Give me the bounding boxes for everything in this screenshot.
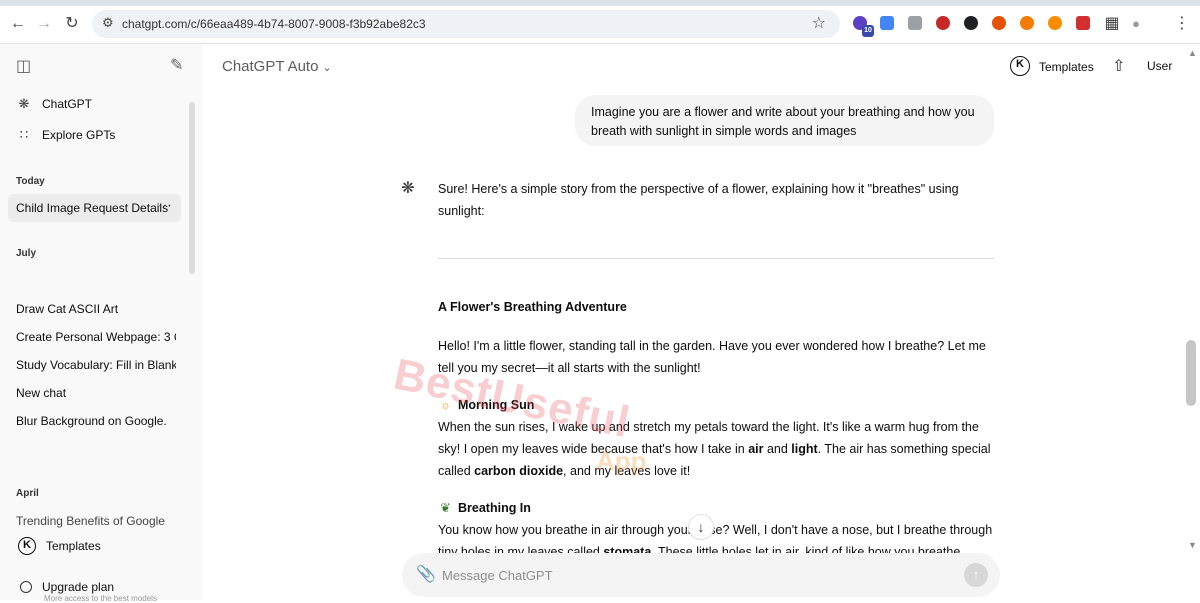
- section-heading-april: April: [16, 488, 39, 499]
- translate-extension-icon[interactable]: [880, 16, 894, 30]
- templates-label: Templates: [46, 539, 101, 553]
- sidebar-item-chatgpt[interactable]: ❋ ChatGPT: [16, 94, 92, 114]
- heading-text: Breathing In: [458, 501, 531, 515]
- templates-k-icon: K: [18, 537, 36, 555]
- browser-menu-icon[interactable]: ⋮: [1172, 14, 1192, 34]
- back-icon[interactable]: ←: [8, 14, 28, 34]
- bold-term: light: [791, 442, 818, 456]
- story-paragraph: Hello! I'm a little flower, standing tal…: [438, 339, 986, 375]
- sidebar-item-label: Explore GPTs: [42, 128, 116, 142]
- reload-icon[interactable]: ↻: [62, 14, 82, 34]
- extension-badge: 10: [862, 25, 874, 37]
- sidebar-chat-item[interactable]: Blur Background on Google.: [16, 414, 176, 428]
- new-chat-icon[interactable]: ✎: [170, 55, 183, 75]
- extensions-puzzle-icon[interactable]: ▦: [1102, 14, 1122, 34]
- chevron-down-icon: ⌄: [322, 62, 332, 74]
- section-heading: ❦ Breathing In: [438, 497, 994, 519]
- watermark: App: [596, 446, 647, 476]
- section-breathing-in: ❦ Breathing In You know how you breathe i…: [438, 497, 994, 553]
- sidebar-chat-active[interactable]: Child Image Request Details ⋯: [8, 194, 181, 222]
- chat-options-icon[interactable]: ⋯: [158, 197, 173, 214]
- templates-k-icon[interactable]: K: [1010, 56, 1030, 76]
- address-bar[interactable]: ⚙ chatgpt.com/c/66eaa489-4b74-8007-9008-…: [92, 10, 840, 38]
- upgrade-label: Upgrade plan: [42, 580, 115, 594]
- tab-strip: [0, 0, 1200, 6]
- sidebar-chat-item[interactable]: New chat: [16, 386, 176, 400]
- bold-term: stomata: [603, 545, 652, 553]
- bold-term: carbon dioxide: [474, 464, 564, 478]
- message-input[interactable]: [442, 565, 942, 585]
- sidebar-chat-item[interactable]: Trending Benefits of Google: [16, 514, 176, 528]
- sidebar-toggle-icon[interactable]: ◫: [16, 56, 31, 76]
- sidebar-chat-item[interactable]: Create Personal Webpage: 3 Qu: [16, 330, 176, 344]
- divider: [438, 258, 994, 259]
- extension-icon[interactable]: [964, 16, 978, 30]
- share-icon[interactable]: ⇧: [1112, 56, 1125, 76]
- upgrade-icon: [20, 581, 32, 593]
- bold-term: air: [748, 442, 764, 456]
- text-run: . These little holes let in air, kind of…: [651, 545, 961, 553]
- profile-icon[interactable]: ●: [1126, 14, 1146, 34]
- model-selector[interactable]: ChatGPT Auto ⌄: [222, 58, 332, 75]
- upgrade-subtitle: More access to the best models: [44, 594, 157, 603]
- user-menu[interactable]: User: [1147, 59, 1172, 73]
- sidebar-item-label: ChatGPT: [42, 97, 93, 111]
- leaf-icon: ❦: [440, 501, 451, 515]
- extension-icon[interactable]: [936, 16, 950, 30]
- scroll-up-arrow-icon[interactable]: ▲: [1188, 48, 1197, 58]
- sidebar: ◫ ✎ ❋ ChatGPT ∷ Explore GPTs Today Child…: [0, 44, 202, 603]
- chat-title: Child Image Request Details: [16, 201, 169, 215]
- bookmark-star-icon[interactable]: ☆: [812, 13, 826, 33]
- main-scrollbar[interactable]: [1186, 340, 1196, 406]
- message-composer: 📎 ↑: [402, 553, 1000, 597]
- grid-icon: ∷: [19, 127, 29, 142]
- story-title: A Flower's Breathing Adventure: [438, 300, 627, 314]
- extension-icon[interactable]: [1076, 16, 1090, 30]
- sidebar-scrollbar[interactable]: [189, 102, 195, 274]
- extension-icon[interactable]: [1020, 16, 1034, 30]
- browser-toolbar: ← → ↻ ⚙ chatgpt.com/c/66eaa489-4b74-8007…: [0, 0, 1200, 44]
- sidebar-chat-item[interactable]: Draw Cat ASCII Art: [16, 302, 176, 316]
- chatgpt-logo-icon: ❋: [401, 180, 415, 197]
- section-heading-july: July: [16, 248, 37, 259]
- attach-icon[interactable]: 📎: [416, 564, 436, 584]
- sidebar-item-explore-gpts[interactable]: ∷ Explore GPTs: [16, 125, 116, 145]
- section-heading-today: Today: [16, 176, 45, 187]
- user-message: Imagine you are a flower and write about…: [575, 95, 994, 146]
- camera-extension-icon[interactable]: [908, 16, 922, 30]
- site-settings-icon[interactable]: ⚙: [102, 15, 114, 31]
- send-button[interactable]: ↑: [964, 563, 988, 587]
- section-body: You know how you breathe in air through …: [438, 519, 994, 553]
- url-text[interactable]: chatgpt.com/c/66eaa489-4b74-8007-9008-f3…: [122, 17, 426, 31]
- extension-icon[interactable]: [992, 16, 1006, 30]
- sidebar-chat-item[interactable]: Study Vocabulary: Fill in Blanks: [16, 358, 176, 372]
- assistant-intro: Sure! Here's a simple story from the per…: [438, 182, 959, 218]
- forward-icon[interactable]: →: [34, 14, 54, 34]
- model-label: ChatGPT Auto: [222, 58, 319, 75]
- templates-button[interactable]: Templates: [1039, 60, 1094, 74]
- scroll-down-arrow-icon[interactable]: ▼: [1188, 540, 1197, 550]
- scroll-to-bottom-button[interactable]: ↓: [688, 514, 714, 540]
- chatgpt-logo-icon: ❋: [18, 96, 30, 111]
- extension-icon[interactable]: [1048, 16, 1062, 30]
- sidebar-templates[interactable]: K Templates: [18, 536, 101, 556]
- text-run: and: [763, 442, 792, 456]
